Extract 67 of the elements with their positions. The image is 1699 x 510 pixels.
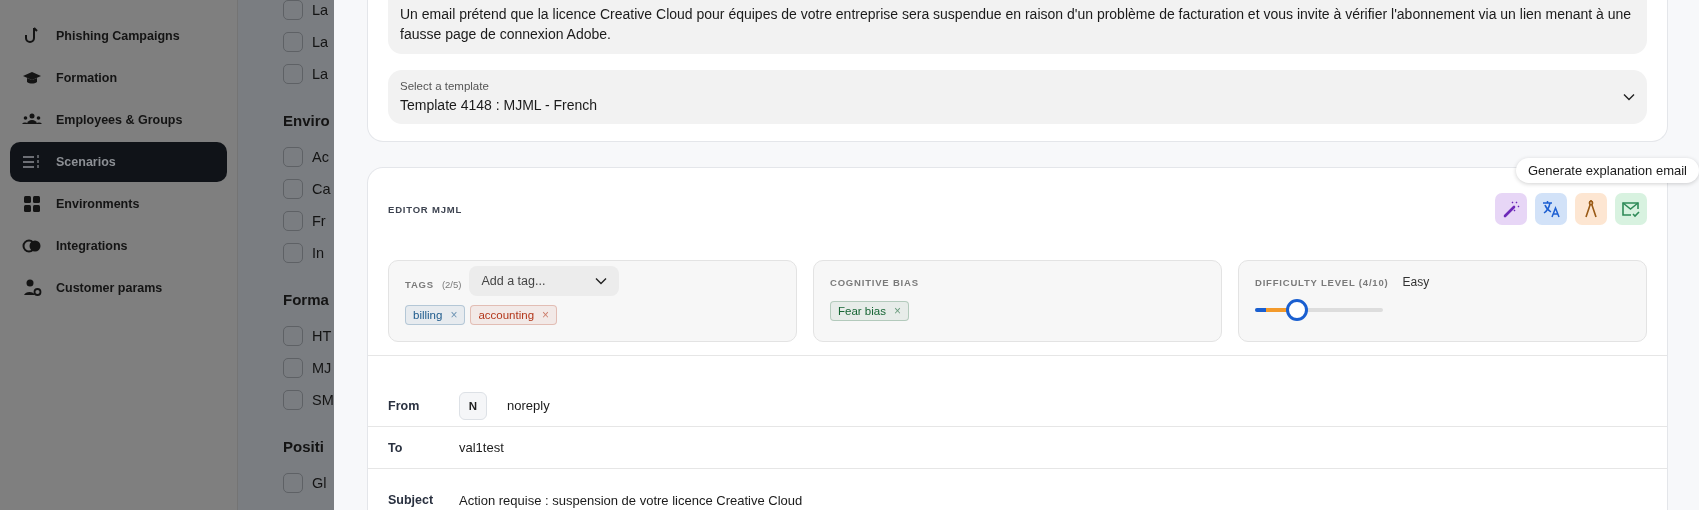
filter-label: La bbox=[312, 34, 329, 50]
checkbox[interactable] bbox=[283, 358, 303, 378]
difficulty-value: Easy bbox=[1402, 275, 1430, 289]
tag-count: (2/5) bbox=[441, 278, 462, 290]
panel-label: DIFFICULTY LEVEL (4/10) bbox=[1255, 276, 1389, 288]
filter-label: La bbox=[312, 66, 329, 82]
filter-label: Gl bbox=[312, 475, 327, 491]
translate-icon bbox=[1541, 199, 1561, 219]
magic-wand-icon bbox=[1501, 199, 1521, 219]
remove-button[interactable]: × bbox=[893, 305, 901, 317]
tag-label: Fear bias bbox=[838, 305, 886, 317]
checkbox[interactable] bbox=[283, 0, 303, 20]
sidebar-item[interactable]: Phishing Campaigns bbox=[10, 16, 227, 56]
compass-button[interactable] bbox=[1575, 193, 1607, 225]
mail-check-button[interactable] bbox=[1615, 193, 1647, 225]
grid-icon bbox=[22, 194, 42, 214]
tag-label: billing bbox=[413, 309, 443, 321]
filter-label: La bbox=[312, 2, 329, 18]
filter-heading: Enviro bbox=[282, 112, 331, 129]
field-value: noreply bbox=[507, 398, 550, 413]
sidebar-item[interactable]: Customer params bbox=[10, 268, 227, 308]
filter-label: Ac bbox=[312, 149, 329, 165]
filter-label: SM bbox=[312, 392, 334, 408]
checkbox[interactable] bbox=[283, 243, 303, 263]
mail-check-icon bbox=[1621, 199, 1641, 219]
field-label: From bbox=[388, 398, 421, 413]
difficulty-slider[interactable] bbox=[1255, 299, 1383, 321]
avatar: N bbox=[459, 391, 487, 420]
filter-label: Ca bbox=[312, 181, 331, 197]
checkbox[interactable] bbox=[283, 326, 303, 346]
checkbox[interactable] bbox=[283, 473, 303, 493]
field-label: To bbox=[388, 440, 404, 455]
filter-heading: Positi bbox=[282, 438, 325, 455]
sidebar-item[interactable]: Environments bbox=[10, 184, 227, 224]
remove-button[interactable]: × bbox=[450, 309, 458, 321]
checkbox[interactable] bbox=[283, 179, 303, 199]
panel-label: TAGS bbox=[405, 278, 434, 290]
sidebar-item[interactable]: Integrations bbox=[10, 226, 227, 266]
user-gear-icon bbox=[22, 278, 42, 298]
sidebar-item[interactable]: Employees & Groups bbox=[10, 100, 227, 140]
filter-label: MJ bbox=[312, 360, 332, 376]
filter-label: HT bbox=[312, 328, 332, 344]
sidebar-item[interactable]: Formation bbox=[10, 58, 227, 98]
field-value: val1test bbox=[459, 440, 504, 455]
checkbox[interactable] bbox=[283, 147, 303, 167]
panel-label: COGNITIVE BIAS bbox=[830, 276, 919, 288]
tag-select[interactable]: Add a tag... bbox=[469, 266, 620, 296]
checkbox[interactable] bbox=[283, 64, 303, 84]
checkbox[interactable] bbox=[283, 390, 303, 410]
description-text: Un email prétend que la licence Creative Cloud pour équipes de votre entreprise sera suspendue en raison d'un problème de facturation et vous invite à vérifier l'abonnement via un lien menant à une fausse page de connexion Adobe. bbox=[388, 0, 1647, 54]
chevron-down-icon bbox=[1623, 92, 1635, 101]
field-label: Subject bbox=[388, 493, 435, 507]
filter-label: Fr bbox=[312, 213, 326, 229]
chevron-down-icon bbox=[595, 277, 608, 285]
field-value: Action requise : suspension de votre licence Creative Cloud bbox=[459, 492, 803, 508]
translate-button[interactable] bbox=[1535, 193, 1567, 225]
editor-title: EDITOR MJML bbox=[388, 203, 464, 215]
filter-label: In bbox=[312, 245, 325, 261]
template-select[interactable]: Select a template Template 4148 : MJML - French bbox=[388, 70, 1647, 124]
checkbox[interactable] bbox=[283, 211, 303, 231]
tag-label: accounting bbox=[478, 309, 535, 321]
tooltip: Generate explanation email bbox=[1516, 158, 1699, 183]
checkbox[interactable] bbox=[283, 32, 303, 52]
sidebar-item[interactable]: Scenarios bbox=[10, 142, 227, 182]
magic-wand-button[interactable] bbox=[1495, 193, 1527, 225]
remove-button[interactable]: × bbox=[542, 309, 550, 321]
filter-heading: Forma bbox=[282, 291, 330, 308]
